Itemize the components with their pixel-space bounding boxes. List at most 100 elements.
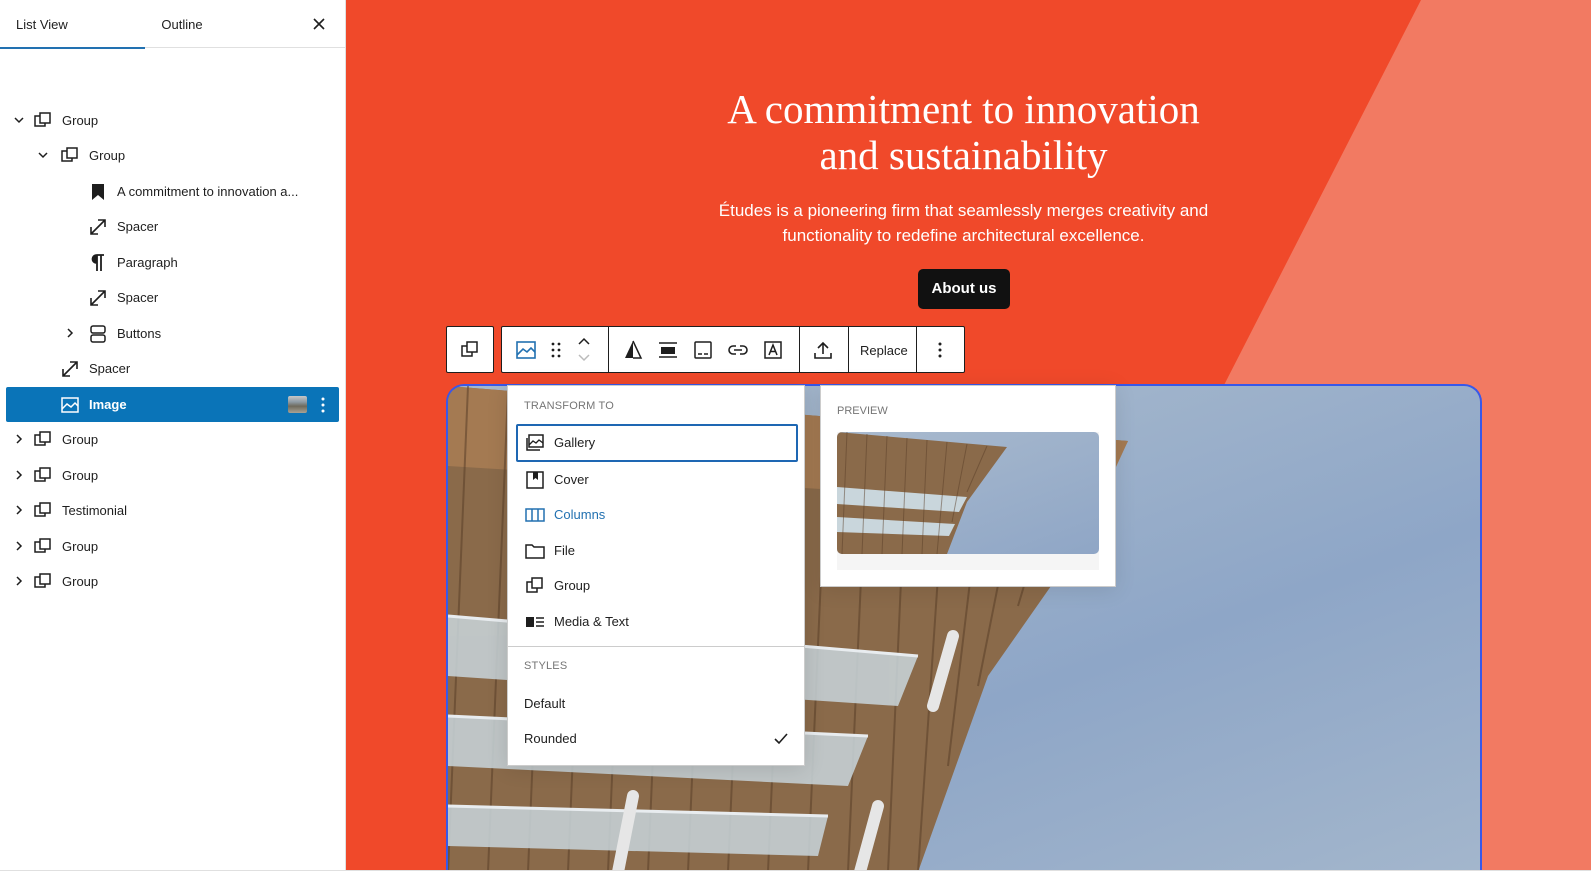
menu-divider [508, 646, 804, 647]
editor-canvas: A commitment to innovation and sustainab… [346, 0, 1591, 870]
caption-icon[interactable] [691, 338, 715, 362]
transform-label: Columns [554, 507, 606, 522]
list-item-heading[interactable]: A commitment to innovation a... [6, 174, 339, 209]
group-icon [526, 577, 543, 593]
toolbar-separator [916, 327, 917, 372]
hero-paragraph-line: functionality to redefine architectural … [782, 226, 1145, 245]
list-item-paragraph[interactable]: Paragraph [6, 245, 339, 280]
list-item-label: Buttons [117, 326, 162, 341]
list-item-group[interactable]: Group [6, 564, 339, 599]
text-overlay-icon[interactable] [761, 338, 785, 362]
chevron-right-icon[interactable] [12, 468, 26, 482]
preview-building-photo [837, 432, 1007, 554]
list-item-label: Spacer [117, 290, 159, 305]
style-rounded[interactable]: Rounded [524, 721, 790, 757]
heading-icon [92, 184, 104, 200]
list-item-image[interactable]: Image [6, 387, 339, 422]
tab-outline[interactable]: Outline [145, 0, 219, 48]
hero-heading-line: and sustainability [819, 132, 1108, 178]
hero-heading[interactable]: A commitment to innovation and sustainab… [686, 86, 1241, 178]
image-thumbnail [288, 396, 307, 413]
spacer-icon [90, 219, 106, 235]
buttons-icon [90, 325, 106, 343]
more-options-icon[interactable] [928, 338, 952, 362]
list-item-testimonial[interactable]: Testimonial [6, 493, 339, 528]
preview-image [837, 432, 1099, 554]
list-item-label: Paragraph [117, 255, 178, 270]
chevron-right-icon[interactable] [12, 539, 26, 553]
columns-icon [525, 508, 545, 522]
style-default[interactable]: Default [524, 686, 790, 722]
chevron-down-icon[interactable] [12, 113, 26, 127]
group-icon [34, 538, 51, 553]
list-item-group[interactable]: Group [6, 458, 339, 493]
gallery-icon [526, 434, 544, 451]
tab-list-view[interactable]: List View [0, 0, 145, 49]
media-text-icon [526, 617, 544, 627]
list-item-group[interactable]: Group [6, 138, 339, 173]
list-item-spacer[interactable]: Spacer [6, 209, 339, 244]
transform-menu: Transform to Gallery Cover Columns File … [507, 385, 805, 766]
list-item-group[interactable]: Group [6, 422, 339, 457]
transform-label: Gallery [554, 435, 596, 450]
list-item-label: Group [62, 539, 99, 554]
list-item-label: Spacer [89, 361, 131, 376]
style-label: Rounded [524, 731, 577, 746]
transform-label: Media & Text [554, 614, 629, 629]
toolbar-separator [848, 327, 849, 372]
list-item-spacer[interactable]: Spacer [6, 280, 339, 315]
transform-group[interactable]: Group [516, 567, 798, 605]
link-icon[interactable] [726, 338, 750, 362]
list-item-label: Group [89, 148, 126, 163]
toolbar-separator [608, 327, 609, 372]
list-item-buttons[interactable]: Buttons [6, 316, 339, 351]
replace-button[interactable]: Replace [860, 327, 908, 374]
group-icon [34, 112, 51, 127]
chevron-right-icon[interactable] [63, 326, 77, 340]
group-icon [34, 573, 51, 588]
spacer-icon [62, 361, 78, 377]
transform-label: Group [554, 578, 591, 593]
list-item-group[interactable]: Group [6, 529, 339, 564]
group-icon [34, 502, 51, 517]
list-item-spacer[interactable]: Spacer [6, 351, 339, 386]
toolbar-separator [799, 327, 800, 372]
more-options-icon[interactable] [316, 395, 330, 415]
about-us-button[interactable]: About us [918, 269, 1010, 309]
transform-gallery[interactable]: Gallery [516, 424, 798, 462]
select-parent-toolbar [446, 326, 494, 373]
list-item-label: Spacer [117, 219, 159, 234]
image-icon [61, 397, 79, 413]
hero-paragraph[interactable]: Études is a pioneering firm that seamles… [686, 198, 1241, 248]
transform-file[interactable]: File [516, 532, 798, 570]
group-icon [34, 467, 51, 482]
list-item-label: A commitment to innovation a... [117, 184, 299, 199]
transform-label: File [554, 543, 575, 558]
drag-handle-icon[interactable] [544, 338, 568, 362]
move-up-down-icon[interactable] [572, 327, 596, 372]
spacer-icon [90, 290, 106, 306]
preview-frame [837, 432, 1099, 570]
block-toolbar: Replace [501, 326, 965, 373]
chevron-right-icon[interactable] [12, 432, 26, 446]
sidebar-tabs: List View Outline [0, 0, 345, 49]
transform-columns[interactable]: Columns [516, 496, 798, 534]
check-icon [774, 733, 788, 745]
transform-label: Cover [554, 472, 589, 487]
image-icon[interactable] [514, 338, 538, 362]
transform-cover[interactable]: Cover [516, 461, 798, 499]
chevron-right-icon[interactable] [12, 574, 26, 588]
chevron-down-icon[interactable] [36, 148, 50, 162]
chevron-right-icon[interactable] [12, 503, 26, 517]
transform-media-text[interactable]: Media & Text [516, 603, 798, 641]
upload-icon[interactable] [811, 338, 835, 362]
hero-paragraph-line: Études is a pioneering firm that seamles… [718, 201, 1209, 220]
close-icon[interactable] [309, 14, 329, 34]
list-item-group[interactable]: Group [6, 103, 339, 138]
list-item-label: Group [62, 113, 99, 128]
duotone-filter-icon[interactable] [621, 338, 645, 362]
group-icon[interactable] [458, 338, 482, 362]
align-icon[interactable] [656, 338, 680, 362]
style-label: Default [524, 696, 566, 711]
group-icon [34, 431, 51, 446]
